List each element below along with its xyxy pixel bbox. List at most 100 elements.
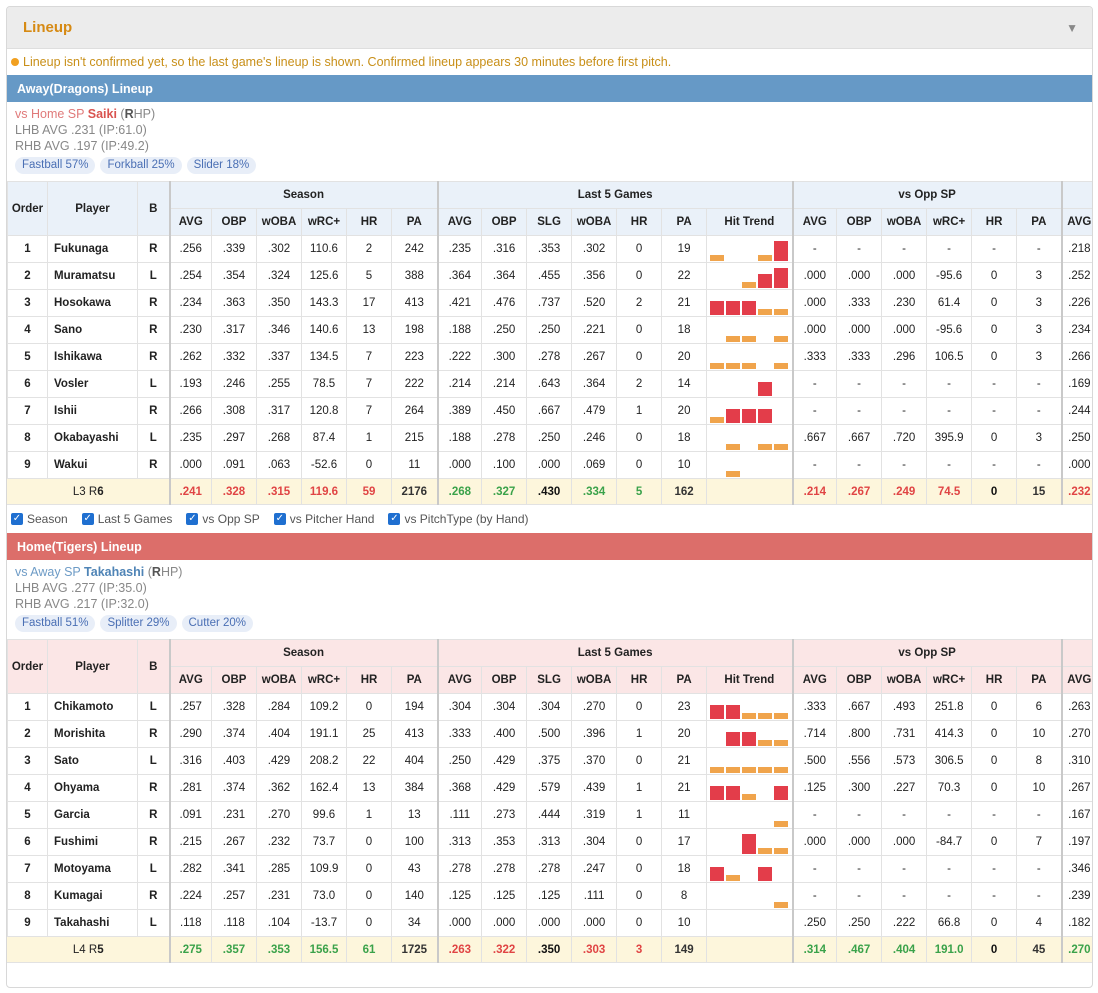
player-name[interactable]: Garcia: [47, 801, 138, 829]
last5-col-header[interactable]: OBP: [481, 208, 528, 236]
option-vs-pitcher-hand[interactable]: ✓ vs Pitcher Hand: [273, 512, 374, 526]
last5-col-header[interactable]: Hit Trend: [706, 666, 794, 694]
checkbox-checked-icon[interactable]: ✓: [81, 513, 94, 525]
last5-stat: .333: [436, 720, 483, 748]
season-col-header[interactable]: wOBA: [256, 666, 302, 694]
order-cell: 1: [7, 693, 48, 721]
season-col-header[interactable]: AVG: [168, 666, 212, 694]
opp-col-header[interactable]: AVG: [791, 208, 838, 236]
player-name[interactable]: Sano: [47, 316, 138, 344]
hit-trend-bar: [710, 786, 725, 800]
opp-col-header[interactable]: AVG: [791, 666, 838, 694]
last5-col-header[interactable]: AVG: [436, 666, 483, 694]
away-sp-name[interactable]: Saiki: [88, 107, 117, 121]
table-row: 77MotoyamaL.282.341.285109.9043.278.278.…: [7, 855, 1092, 883]
season-col-header[interactable]: HR: [346, 208, 392, 236]
last5-stat: .222: [436, 343, 483, 371]
season-col-header[interactable]: PA: [390, 666, 439, 694]
last5-col-header[interactable]: Hit Trend: [706, 208, 794, 236]
opp-col-header[interactable]: wRC+: [926, 208, 973, 236]
player-name[interactable]: Ohyama: [47, 774, 138, 802]
bat-hand-header[interactable]: B: [137, 639, 170, 694]
away-pitch-pill[interactable]: Slider 18%: [186, 157, 257, 174]
last5-col-header[interactable]: SLG: [526, 666, 573, 694]
last5-col-header[interactable]: HR: [616, 666, 663, 694]
summary-opp-stat: 0: [971, 936, 1018, 963]
last5-col-header[interactable]: PA: [661, 666, 708, 694]
option-vs-pitchtype[interactable]: ✓ vs PitchType (by Hand): [388, 512, 529, 526]
away-table-wrap[interactable]: OrderOrderPlayerBSeasonLast 5 Gamesvs Op…: [7, 181, 1092, 505]
season-col-header[interactable]: wRC+: [301, 208, 347, 236]
lineup-header[interactable]: Lineup ▼: [7, 7, 1092, 49]
option-vs-opp-sp[interactable]: ✓ vs Opp SP: [186, 512, 260, 526]
order-header[interactable]: Order: [7, 181, 48, 236]
checkbox-checked-icon[interactable]: ✓: [273, 513, 286, 525]
player-name[interactable]: Hosokawa: [47, 289, 138, 317]
last5-col-header[interactable]: wOBA: [571, 208, 618, 236]
order-header[interactable]: Order: [7, 639, 48, 694]
season-col-header[interactable]: HR: [346, 666, 392, 694]
season-col-header[interactable]: AVG: [168, 208, 212, 236]
season-col-header[interactable]: OBP: [211, 666, 257, 694]
opp-sp-stat: -: [1016, 235, 1063, 263]
player-name[interactable]: Okabayashi: [47, 424, 138, 452]
opp-sp-stat: -: [836, 855, 883, 883]
last5-col-header[interactable]: SLG: [526, 208, 573, 236]
home-pitch-pill[interactable]: Cutter 20%: [181, 615, 254, 632]
home-subheader-row: AVG OBP wOBA wRC+ HR PA AVG OBP SLG wOBA HR PA Hit T…: [7, 666, 1092, 694]
opp-col-header[interactable]: HR: [971, 666, 1018, 694]
player-name[interactable]: Ishii: [47, 397, 138, 425]
season-col-header[interactable]: wRC+: [301, 666, 347, 694]
player-name[interactable]: Sato: [47, 747, 138, 775]
home-pitch-pill[interactable]: Splitter 29%: [100, 615, 177, 632]
opp-col-header[interactable]: AVG: [1060, 666, 1092, 694]
home-vs-label: vs Away SP: [15, 565, 81, 579]
checkbox-checked-icon[interactable]: ✓: [388, 513, 401, 525]
player-header[interactable]: Player: [47, 181, 138, 236]
opp-col-header[interactable]: OBP: [836, 208, 883, 236]
last5-col-header[interactable]: PA: [661, 208, 708, 236]
season-col-header[interactable]: PA: [390, 208, 439, 236]
player-name[interactable]: Ishikawa: [47, 343, 138, 371]
option-season[interactable]: ✓ Season: [11, 512, 68, 526]
player-name[interactable]: Chikamoto: [47, 693, 138, 721]
player-name[interactable]: Motoyama: [47, 855, 138, 883]
away-pitch-pill[interactable]: Forkball 25%: [100, 157, 182, 174]
opp-col-header[interactable]: AVG: [1060, 208, 1092, 236]
away-pitch-pill[interactable]: Fastball 57%: [15, 157, 96, 174]
player-name[interactable]: Wakui: [47, 451, 138, 479]
checkbox-checked-icon[interactable]: ✓: [11, 513, 23, 525]
checkbox-checked-icon[interactable]: ✓: [186, 513, 199, 525]
triangle-down-icon[interactable]: ▼: [1066, 21, 1078, 35]
opp-col-header[interactable]: wRC+: [926, 666, 973, 694]
hit-trend-chart: [708, 803, 792, 827]
option-last5[interactable]: ✓ Last 5 Games: [81, 512, 172, 526]
last5-stat: 18: [661, 855, 708, 883]
opp-col-header[interactable]: HR: [971, 208, 1018, 236]
player-name[interactable]: Vosler: [47, 370, 138, 398]
opp-col-header[interactable]: PA: [1016, 666, 1063, 694]
bat-hand-header[interactable]: B: [137, 181, 170, 236]
last5-col-header[interactable]: AVG: [436, 208, 483, 236]
player-header[interactable]: Player: [47, 639, 138, 694]
opp-col-header[interactable]: wOBA: [881, 666, 928, 694]
player-name[interactable]: Kumagai: [47, 882, 138, 910]
player-name[interactable]: Morishita: [47, 720, 138, 748]
opp-col-header[interactable]: OBP: [836, 666, 883, 694]
season-col-header[interactable]: wOBA: [256, 208, 302, 236]
last5-col-header[interactable]: HR: [616, 208, 663, 236]
last5-col-header[interactable]: OBP: [481, 666, 528, 694]
opp-col-header[interactable]: PA: [1016, 208, 1063, 236]
opp-col-header[interactable]: wOBA: [881, 208, 928, 236]
season-stat: .404: [256, 720, 302, 748]
player-name[interactable]: Muramatsu: [47, 262, 138, 290]
player-name[interactable]: Takahashi: [47, 909, 138, 937]
home-sp-name[interactable]: Takahashi: [84, 565, 144, 579]
home-table-wrap[interactable]: OrderOrderPlayerBSeasonLast 5 Gamesvs Op…: [7, 639, 1092, 963]
last5-col-header[interactable]: wOBA: [571, 666, 618, 694]
home-pitch-pill[interactable]: Fastball 51%: [15, 615, 96, 632]
player-name[interactable]: Fukunaga: [47, 235, 138, 263]
bat-hand: R: [137, 316, 170, 344]
season-col-header[interactable]: OBP: [211, 208, 257, 236]
player-name[interactable]: Fushimi: [47, 828, 138, 856]
